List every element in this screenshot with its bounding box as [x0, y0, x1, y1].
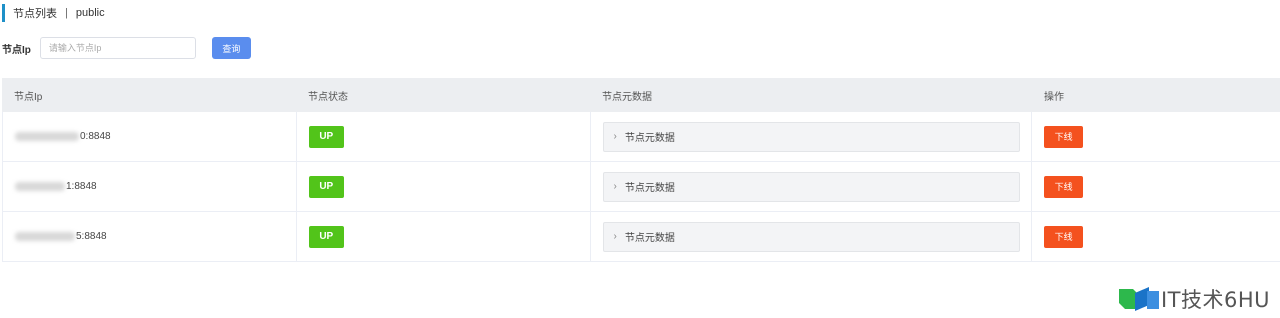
node-ip-input[interactable]	[39, 37, 196, 59]
status-badge: UP	[308, 175, 344, 198]
column-header-status: 节点状态	[308, 91, 348, 103]
redacted-ip-blur	[15, 132, 79, 141]
status-badge: UP	[308, 125, 344, 148]
table-row: 1:8848 UP › 节点元数据 下线	[2, 162, 1280, 212]
table-header: 节点Ip 节点状态 节点元数据 操作	[2, 78, 1280, 112]
metadata-expander[interactable]: › 节点元数据	[602, 171, 1020, 202]
offline-button[interactable]: 下线	[1044, 225, 1084, 248]
column-header-action: 操作	[1044, 91, 1064, 103]
query-button[interactable]: 查询	[211, 37, 251, 59]
watermark: IT技术6HU	[1118, 284, 1270, 314]
table-row: 5:8848 UP › 节点元数据 下线	[2, 212, 1280, 262]
status-badge: UP	[308, 225, 344, 248]
watermark-logo-icon	[1118, 287, 1159, 311]
chevron-right-icon: ›	[613, 131, 617, 142]
metadata-expander[interactable]: › 节点元数据	[602, 121, 1020, 152]
metadata-label: 节点元数据	[624, 183, 675, 194]
offline-button[interactable]: 下线	[1044, 175, 1084, 198]
search-bar: 节点Ip 查询	[2, 37, 251, 59]
redacted-ip-blur	[15, 232, 75, 241]
column-header-metadata: 节点元数据	[602, 91, 652, 103]
chevron-right-icon: ›	[613, 231, 617, 242]
watermark-text: IT技术6HU	[1160, 288, 1270, 312]
metadata-expander[interactable]: › 节点元数据	[602, 221, 1020, 252]
breadcrumb-separator: |	[65, 7, 68, 19]
metadata-label: 节点元数据	[624, 233, 675, 244]
namespace-label: public	[75, 7, 105, 19]
redacted-ip-blur	[15, 182, 65, 191]
node-ip: 5:8848	[15, 231, 107, 242]
column-header-ip: 节点Ip	[14, 91, 43, 103]
page-title: 节点列表	[13, 8, 57, 20]
offline-button[interactable]: 下线	[1044, 125, 1084, 148]
chevron-right-icon: ›	[613, 181, 617, 192]
breadcrumb: 节点列表 | public	[2, 4, 105, 22]
table-row: 0:8848 UP › 节点元数据 下线	[2, 112, 1280, 162]
metadata-label: 节点元数据	[624, 133, 675, 144]
search-label: 节点Ip	[2, 44, 31, 56]
node-ip: 0:8848	[15, 131, 111, 142]
node-ip: 1:8848	[15, 181, 97, 192]
node-table: 节点Ip 节点状态 节点元数据 操作 0:8848 UP › 节点元数据 下线	[2, 78, 1280, 262]
